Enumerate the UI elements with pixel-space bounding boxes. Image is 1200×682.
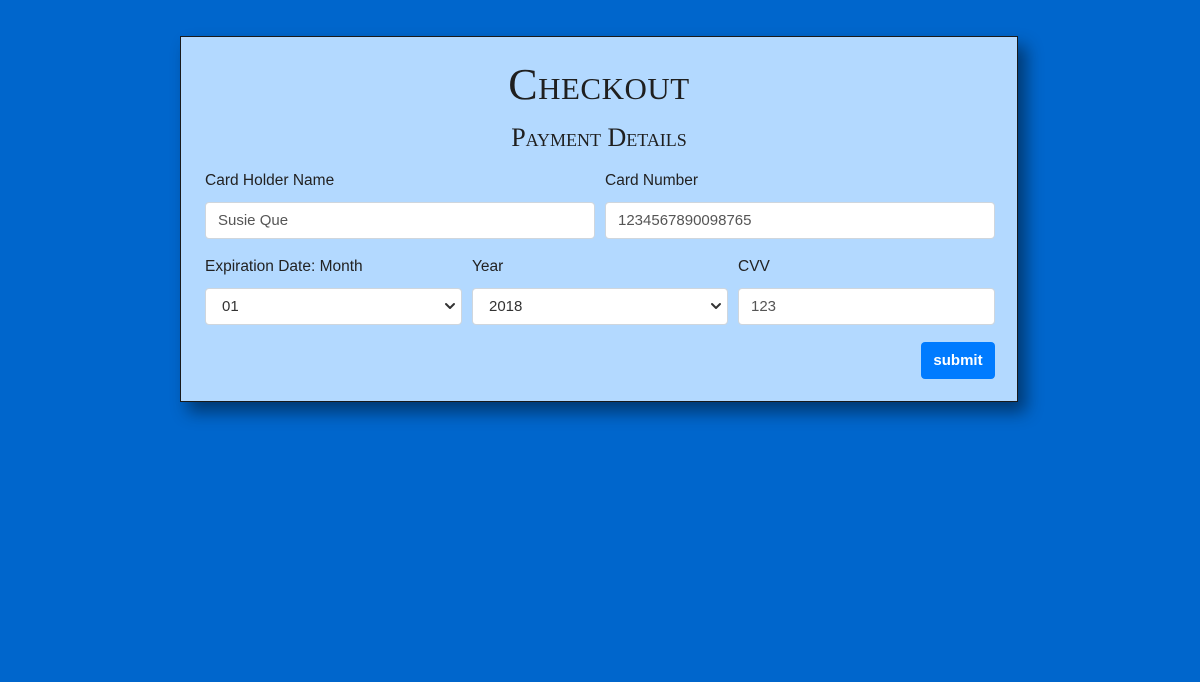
exp-year-label: Year bbox=[472, 258, 504, 275]
card-holder-placeholder: Susie Que bbox=[218, 212, 289, 229]
chevron-down-icon bbox=[711, 303, 721, 309]
checkout-card: Checkout Payment Details Card Holder Nam… bbox=[180, 36, 1018, 402]
exp-year-value: 2018 bbox=[489, 298, 523, 315]
exp-year-select[interactable]: 2018 bbox=[472, 288, 728, 325]
card-number-placeholder: 1234567890098765 bbox=[618, 212, 752, 229]
card-holder-label: Card Holder Name bbox=[205, 172, 335, 189]
card-holder-input[interactable]: Susie Que bbox=[205, 202, 595, 239]
exp-month-label: Expiration Date: Month bbox=[205, 258, 363, 275]
cvv-label: CVV bbox=[738, 258, 770, 275]
exp-month-select[interactable]: 01 bbox=[205, 288, 462, 325]
chevron-down-icon bbox=[445, 303, 455, 309]
card-number-label: Card Number bbox=[605, 172, 699, 189]
submit-button[interactable]: submit bbox=[921, 342, 995, 379]
card-number-input[interactable]: 1234567890098765 bbox=[605, 202, 995, 239]
cvv-input[interactable]: 123 bbox=[738, 288, 995, 325]
section-subtitle: Payment Details bbox=[511, 123, 687, 152]
page-title: Checkout bbox=[508, 60, 690, 109]
exp-month-value: 01 bbox=[222, 298, 239, 315]
cvv-placeholder: 123 bbox=[751, 298, 777, 315]
